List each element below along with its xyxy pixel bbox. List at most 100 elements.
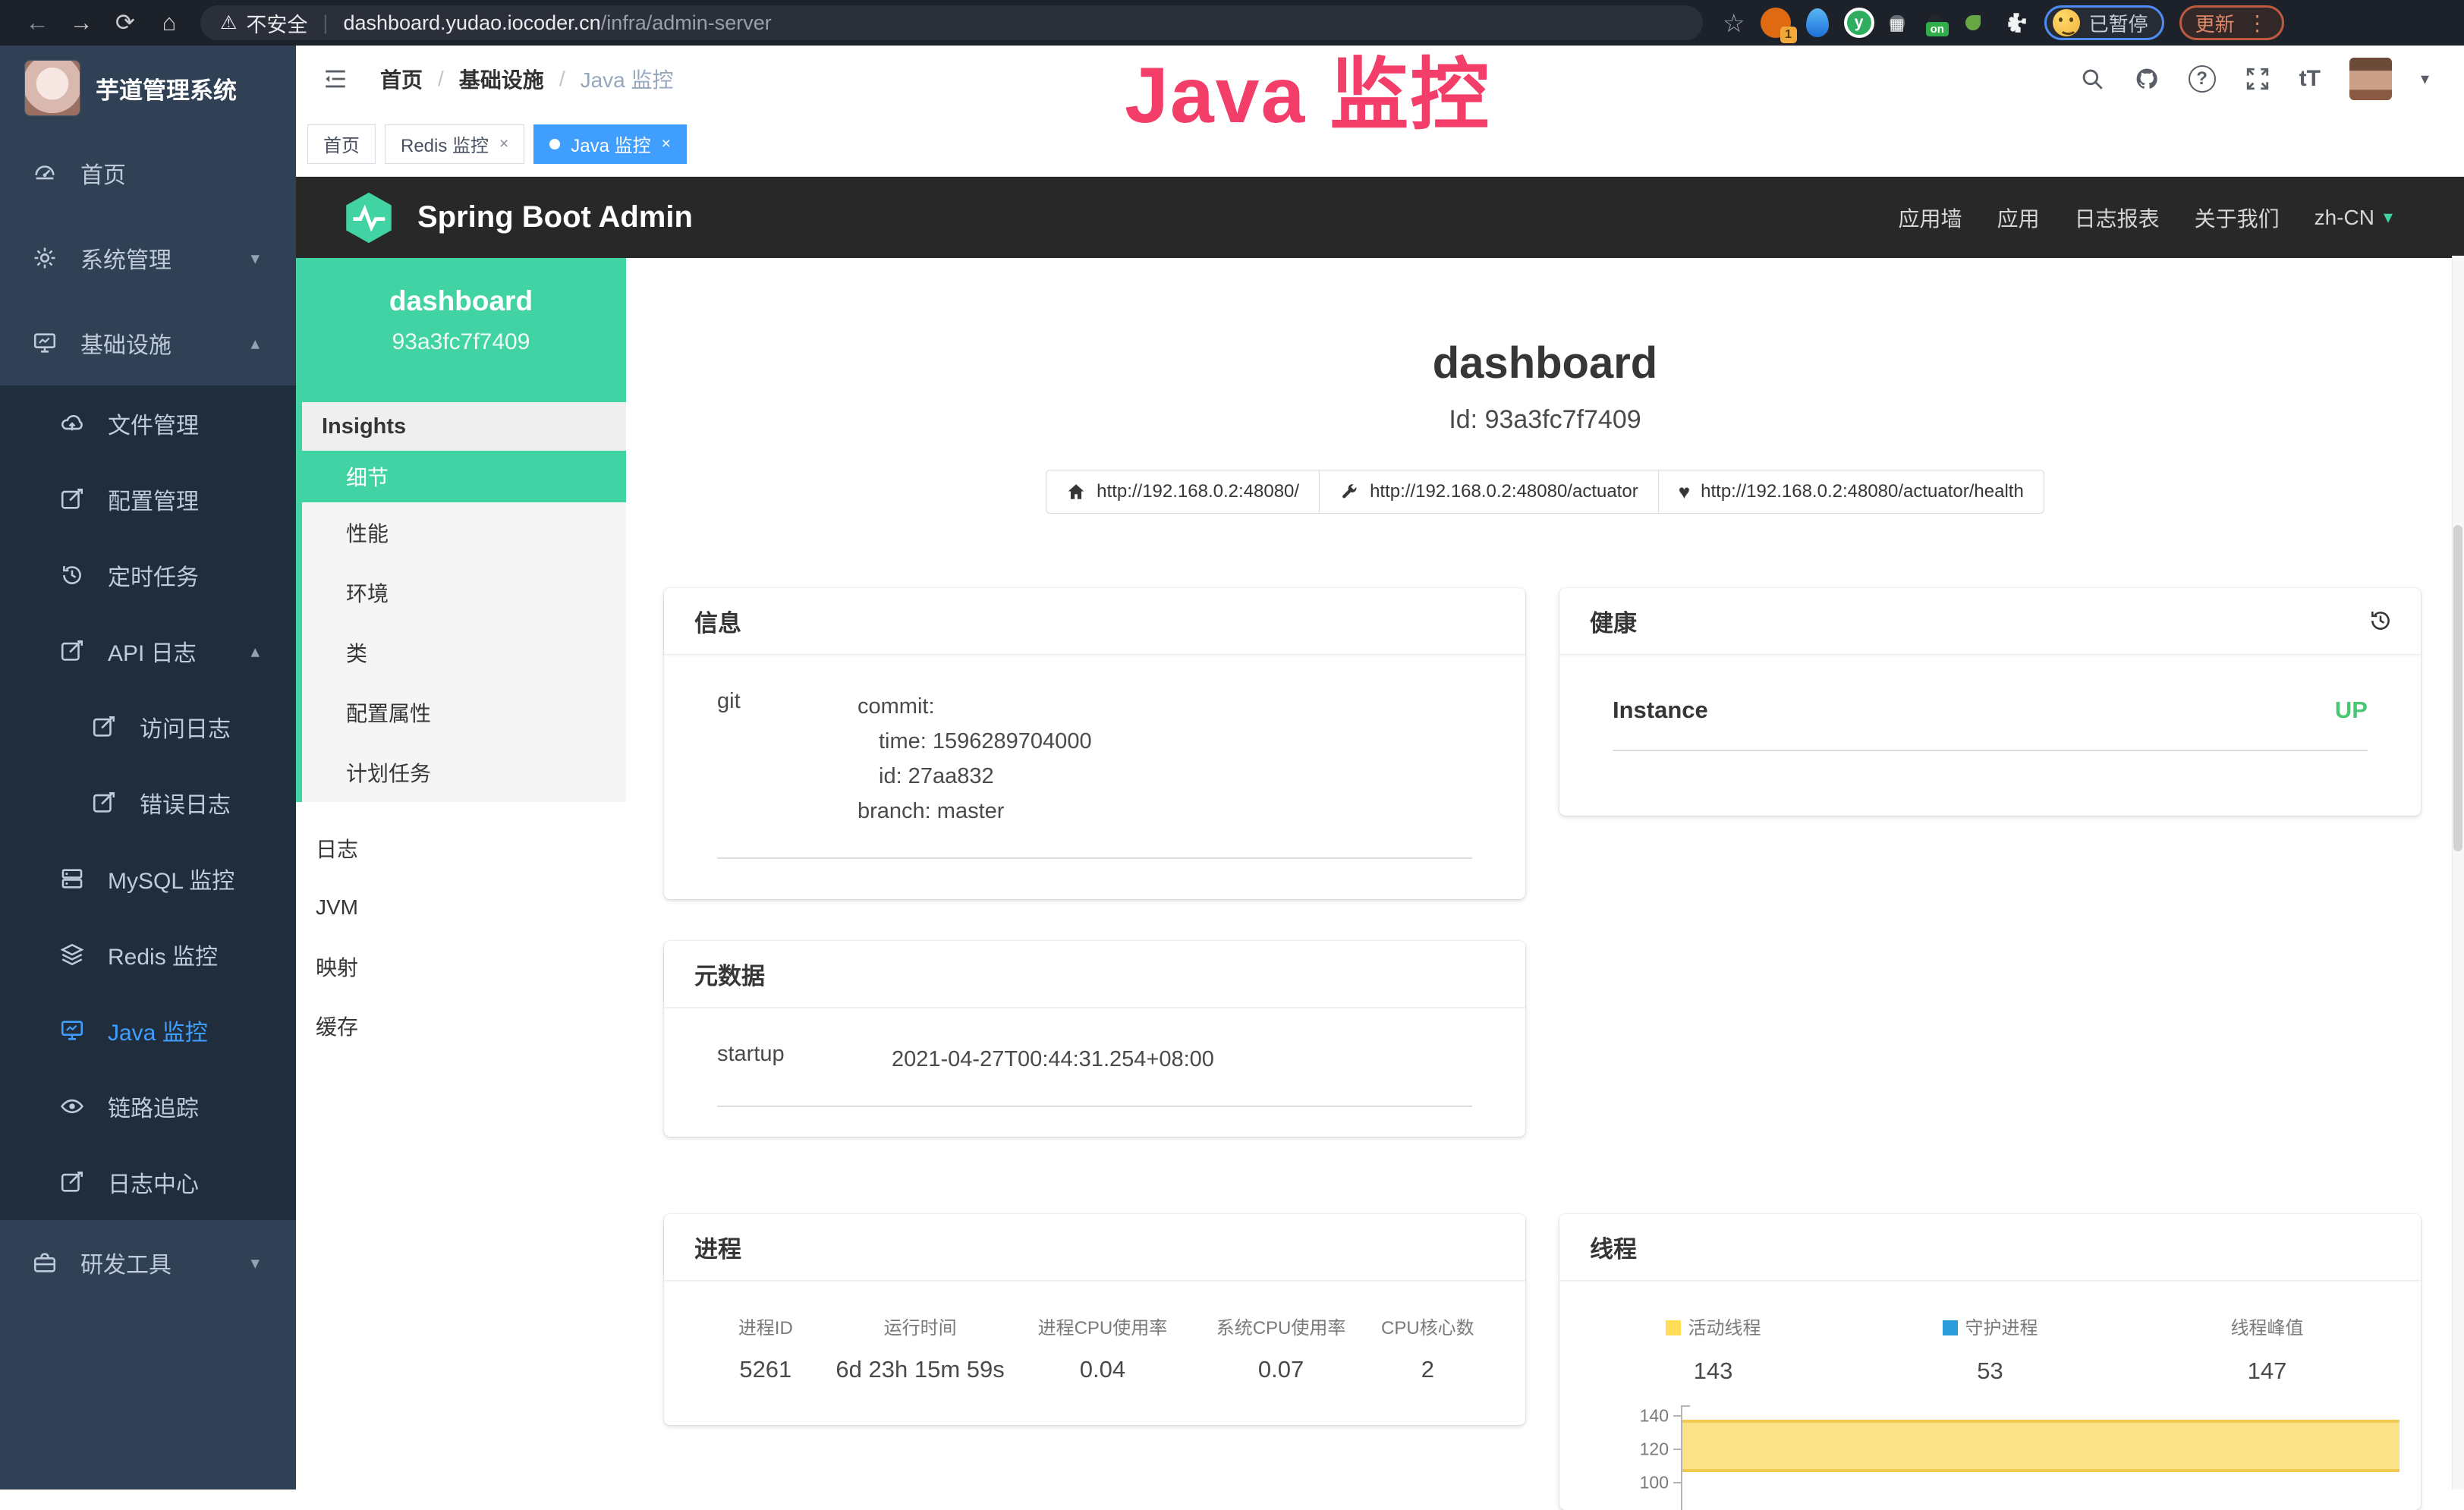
- sba-nav-about[interactable]: 关于我们: [2195, 203, 2280, 233]
- edit-icon: [59, 1169, 85, 1195]
- extensions-puzzle-icon[interactable]: [2003, 10, 2029, 36]
- page-scrollbar-thumb[interactable]: [2453, 525, 2462, 851]
- sidebar-item-api-log[interactable]: API 日志 ▴: [0, 613, 296, 689]
- user-avatar[interactable]: [2349, 58, 2392, 100]
- browser-back-icon[interactable]: ←: [15, 9, 59, 36]
- sidebar-item-file-manage[interactable]: 文件管理: [0, 385, 296, 461]
- annotation-overlay-text: Java 监控: [1125, 30, 1490, 145]
- sidebar-item-mysql-monitor[interactable]: MySQL 监控: [0, 841, 296, 917]
- extension-pin-icon[interactable]: [1806, 8, 1829, 37]
- sba-locale-select[interactable]: zh-CN ▾: [2315, 206, 2393, 230]
- app-logo-row[interactable]: 芋道管理系统: [0, 46, 296, 131]
- tab-redis-monitor[interactable]: Redis 监控 ×: [385, 124, 524, 164]
- extension-y-icon[interactable]: y: [1844, 8, 1874, 38]
- sba-item-scheduled-tasks[interactable]: 计划任务: [302, 742, 626, 802]
- extension-orange-icon[interactable]: 1: [1761, 8, 1791, 38]
- sba-insights-group: Insights 细节 性能 环境 类 配置属性 计划任务: [296, 402, 626, 802]
- chevron-down-icon: ▾: [2384, 206, 2393, 228]
- sidebar-item-error-log[interactable]: 错误日志: [0, 765, 296, 841]
- browser-forward-icon[interactable]: →: [59, 9, 103, 36]
- process-card-title: 进程: [664, 1214, 1525, 1281]
- search-icon[interactable]: [2079, 66, 2105, 92]
- sidebar-item-redis-monitor[interactable]: Redis 监控: [0, 917, 296, 993]
- security-warning-icon[interactable]: ⚠: [220, 11, 237, 34]
- extension-on-icon[interactable]: on: [1927, 15, 1943, 30]
- sba-nav-wallboard[interactable]: 应用墙: [1899, 203, 1962, 233]
- breadcrumb-separator: /: [438, 67, 444, 91]
- sidebar-item-log-center[interactable]: 日志中心: [0, 1144, 296, 1220]
- sba-item-metrics[interactable]: 性能: [302, 502, 626, 562]
- fullscreen-icon[interactable]: [2245, 66, 2270, 92]
- chevron-down-icon: ▾: [250, 1253, 260, 1273]
- chevron-down-icon: ▾: [250, 248, 260, 269]
- chevron-up-icon: ▴: [250, 333, 260, 354]
- instance-home-link[interactable]: http://192.168.0.2:48080/: [1046, 470, 1320, 514]
- sba-item-environment[interactable]: 环境: [302, 562, 626, 622]
- chrome-menu-icon[interactable]: ⋮: [2247, 11, 2268, 36]
- instance-health-link[interactable]: ♥ http://192.168.0.2:48080/actuator/heal…: [1659, 470, 2044, 514]
- sidebar-item-dev-tools[interactable]: 研发工具 ▾: [0, 1220, 296, 1305]
- sidebar-item-trace[interactable]: 链路追踪: [0, 1068, 296, 1144]
- sba-item-config-props[interactable]: 配置属性: [302, 682, 626, 742]
- browser-reload-icon[interactable]: ⟳: [103, 9, 147, 36]
- sba-instance-header[interactable]: dashboard 93a3fc7f7409: [296, 258, 626, 402]
- sidebar-item-scheduled-jobs[interactable]: 定时任务: [0, 537, 296, 613]
- user-menu-caret-icon[interactable]: ▾: [2421, 69, 2429, 89]
- metadata-value: 2021-04-27T00:44:31.254+08:00: [892, 1042, 1472, 1077]
- y-axis-tick: 100: [1616, 1473, 1669, 1493]
- chrome-update-button[interactable]: 更新 ⋮: [2179, 5, 2284, 40]
- profile-paused-badge[interactable]: 已暂停: [2044, 5, 2164, 40]
- github-icon[interactable]: [2134, 66, 2160, 92]
- breadcrumb-home[interactable]: 首页: [380, 64, 423, 94]
- sba-nav-journal[interactable]: 日志报表: [2075, 203, 2160, 233]
- sidebar-item-config-manage[interactable]: 配置管理: [0, 461, 296, 537]
- blue-legend-swatch: [1943, 1320, 1958, 1335]
- metadata-key: startup: [717, 1042, 892, 1077]
- tab-java-monitor[interactable]: Java 监控 ×: [533, 124, 687, 164]
- tab-home[interactable]: 首页: [307, 124, 376, 164]
- sba-item-classes[interactable]: 类: [302, 622, 626, 682]
- breadcrumb-current: Java 监控: [581, 64, 674, 94]
- database-icon: [59, 866, 85, 892]
- browser-home-icon[interactable]: ⌂: [147, 9, 191, 36]
- sidebar-item-access-log[interactable]: 访问日志: [0, 689, 296, 765]
- health-card: 健康 Instance UP: [1559, 588, 2421, 816]
- extension-leaf-icon[interactable]: [1965, 15, 1981, 30]
- bookmark-star-icon[interactable]: ☆: [1723, 8, 1745, 38]
- help-icon[interactable]: ?: [2189, 65, 2216, 93]
- sidebar-item-system[interactable]: 系统管理 ▾: [0, 215, 296, 300]
- sidebar-item-infra[interactable]: 基础设施 ▴: [0, 300, 296, 385]
- active-tab-dot: [549, 139, 560, 149]
- sba-item-caches[interactable]: 缓存: [296, 996, 626, 1055]
- sba-brand[interactable]: Spring Boot Admin: [340, 189, 693, 247]
- close-icon[interactable]: ×: [499, 135, 508, 153]
- monitor-icon: [59, 1018, 85, 1043]
- sba-item-jvm[interactable]: JVM: [296, 878, 626, 937]
- sba-item-details[interactable]: 细节: [302, 451, 626, 502]
- y-axis-tickmark: [1673, 1415, 1681, 1417]
- breadcrumb-infra[interactable]: 基础设施: [459, 64, 544, 94]
- instance-actuator-link[interactable]: http://192.168.0.2:48080/actuator: [1320, 470, 1659, 514]
- sidebar-item-home[interactable]: 首页: [0, 131, 296, 215]
- process-value-pid: 5261: [698, 1356, 833, 1383]
- history-icon: [59, 562, 85, 588]
- edit-icon: [59, 638, 85, 664]
- info-key: git: [717, 689, 858, 829]
- sba-group-title: Insights: [302, 402, 626, 451]
- briefcase-icon: [32, 1250, 58, 1276]
- legend-live-value: 143: [1575, 1357, 1852, 1385]
- sidebar-item-java-monitor[interactable]: Java 监控: [0, 993, 296, 1068]
- sba-nav-applications[interactable]: 应用: [1997, 203, 2040, 233]
- sba-item-logfile[interactable]: 日志: [296, 819, 626, 878]
- page-scrollbar-track[interactable]: [2452, 256, 2464, 1490]
- history-icon[interactable]: [2368, 608, 2393, 634]
- sidebar-collapse-icon[interactable]: [323, 66, 348, 92]
- legend-live-threads: 活动线程: [1666, 1318, 1761, 1339]
- extension-grid-icon[interactable]: ▦: [1890, 15, 1905, 30]
- font-size-icon[interactable]: tT: [2299, 66, 2321, 92]
- sba-item-mappings[interactable]: 映射: [296, 937, 626, 996]
- y-axis-tickmark: [1673, 1449, 1681, 1450]
- close-icon[interactable]: ×: [662, 135, 671, 153]
- y-axis-tick: 120: [1616, 1439, 1669, 1460]
- instance-title: dashboard: [626, 338, 2464, 389]
